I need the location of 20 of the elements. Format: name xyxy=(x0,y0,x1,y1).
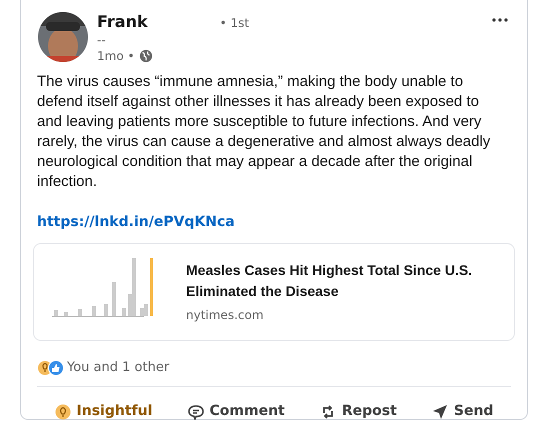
comment-button[interactable]: Comment xyxy=(180,396,293,428)
more-options-icon[interactable] xyxy=(492,18,508,22)
author-name[interactable]: Frank xyxy=(97,13,148,31)
link-preview-card[interactable]: Measles Cases Hit Highest Total Since U.S. Eliminated the Disease nytimes.com xyxy=(33,243,515,341)
repost-button[interactable]: Repost xyxy=(312,396,405,428)
article-title: Measles Cases Hit Highest Total Since U.S. Eliminated the Disease xyxy=(186,261,474,301)
post-time: 1mo • xyxy=(97,48,135,64)
globe-icon xyxy=(138,49,153,63)
reactions-summary[interactable]: You and 1 other xyxy=(67,358,170,378)
post-text: The virus causes “immune amnesia,” making the body unable to defend itself against other illnesses it has already been exposed to and leaving patients more susceptible to future infections. And very rarely, the virus can cause a degenerative and almost always deadly neurological condition that may appear a decade after the original infection. xyxy=(36,72,492,192)
insightful-button[interactable]: Insightful xyxy=(46,396,160,428)
send-icon xyxy=(432,404,448,420)
send-button[interactable]: Send xyxy=(424,396,502,428)
connection-degree: • 1st xyxy=(220,15,250,32)
reaction-icons[interactable] xyxy=(37,360,65,376)
author-headline: -- xyxy=(97,32,107,48)
lightbulb-icon xyxy=(54,404,71,420)
comment-icon xyxy=(188,404,204,420)
post-link[interactable]: https://lnkd.in/ePVqKNca xyxy=(37,212,235,232)
article-source: nytimes.com xyxy=(186,307,265,324)
